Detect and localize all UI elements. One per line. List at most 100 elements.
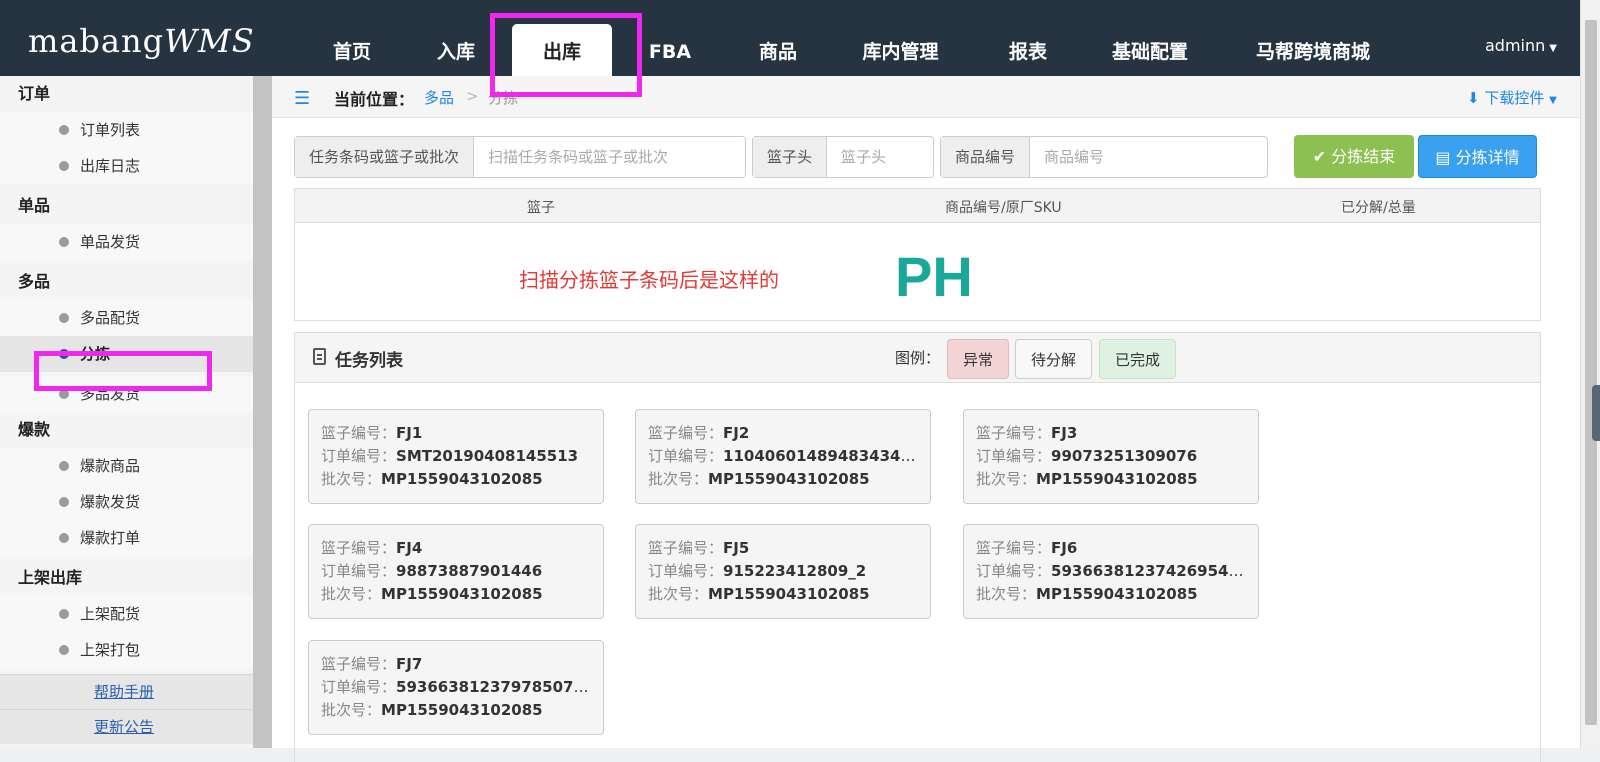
- menu-toggle-icon[interactable]: ☰: [294, 88, 310, 109]
- breadcrumb-multi[interactable]: 多品: [424, 87, 454, 108]
- basket-code-label: 篮子编号：: [648, 424, 724, 442]
- basket-code: 篮子编号：FJ7: [321, 653, 591, 676]
- batch-number-label: 批次号：: [976, 585, 1037, 603]
- order-number-value: 11040601489483434_1: [723, 447, 918, 465]
- col-progress: 已分解/总量: [1341, 200, 1416, 216]
- nav-inbound[interactable]: 入库: [412, 24, 500, 76]
- download-control-menu[interactable]: ⬇ 下载控件 ▼: [1467, 87, 1557, 108]
- task-card[interactable]: 篮子编号：FJ5 订单编号：915223412809_2 批次号：MP1559043…: [635, 524, 931, 619]
- basket-code: 篮子编号：FJ2: [648, 422, 918, 445]
- legend-label: 图例：: [895, 349, 941, 367]
- order-number: 订单编号：5936638123742695414...: [976, 560, 1246, 583]
- bullet-icon: [59, 533, 69, 543]
- sidebar-item-shelf-allocate[interactable]: 上架配货: [0, 596, 253, 632]
- bullet-icon: [59, 161, 69, 171]
- order-number-label: 订单编号：: [648, 562, 724, 580]
- basket-table: 篮子 商品编号/原厂SKU 已分解/总量 扫描分拣篮子条码后是这样的 PH: [294, 188, 1541, 321]
- sku-input[interactable]: 商品编号: [1030, 137, 1118, 177]
- batch-number: 批次号：MP1559043102085: [321, 699, 591, 722]
- basket-code-value: FJ2: [723, 424, 750, 442]
- sidebar-item-hot-products[interactable]: 爆款商品: [0, 448, 253, 484]
- col-basket: 篮子: [527, 200, 555, 216]
- basket-code: 篮子编号：FJ6: [976, 537, 1246, 560]
- sku-group: 商品编号 商品编号: [940, 136, 1268, 178]
- batch-number: 批次号：MP1559043102085: [976, 468, 1246, 491]
- sidebar-item-outbound-log[interactable]: 出库日志: [0, 148, 253, 184]
- batch-number-label: 批次号：: [321, 701, 382, 719]
- order-number-value: 5936638123742695414...: [1051, 562, 1246, 580]
- batch-number-value: MP1559043102085: [1036, 585, 1198, 603]
- caret-down-icon: ▼: [1549, 95, 1557, 106]
- sidebar-collapse-bar[interactable]: [253, 76, 272, 748]
- update-notice-link[interactable]: 更新公告: [0, 709, 253, 744]
- batch-number: 批次号：MP1559043102085: [648, 583, 918, 606]
- basket-code: 篮子编号：FJ5: [648, 537, 918, 560]
- annotation-big-text: PH: [895, 245, 973, 308]
- order-number: 订单编号：11040601489483434_1: [648, 445, 918, 468]
- nav-products[interactable]: 商品: [730, 24, 826, 76]
- task-card[interactable]: 篮子编号：FJ7 订单编号：5936638123797850791... 批次号：M…: [308, 640, 604, 735]
- sidebar-item-multi-ship[interactable]: 多品发货: [0, 376, 253, 412]
- basket-code-value: FJ5: [723, 539, 750, 557]
- sidebar-group-shelf: 上架出库: [18, 568, 83, 587]
- sidebar-item-sorting[interactable]: 分拣: [0, 336, 253, 372]
- batch-number-value: MP1559043102085: [708, 470, 870, 488]
- breadcrumb-label: 当前位置：: [334, 90, 415, 109]
- basket-code-value: FJ7: [396, 655, 423, 673]
- basket-head-input[interactable]: 篮子头: [827, 137, 900, 177]
- nav-warehouse-management[interactable]: 库内管理: [848, 24, 953, 76]
- scrollbar-thumb[interactable]: [1585, 20, 1597, 725]
- order-number-label: 订单编号：: [648, 447, 724, 465]
- end-sorting-button[interactable]: ✔ 分拣结束: [1294, 135, 1414, 178]
- nav-crossborder-mall[interactable]: 马帮跨境商城: [1248, 24, 1378, 76]
- help-manual-link[interactable]: 帮助手册: [0, 674, 253, 709]
- order-number-label: 订单编号：: [976, 562, 1052, 580]
- bullet-icon: [59, 125, 69, 135]
- batch-number-label: 批次号：: [648, 470, 709, 488]
- annotation-note: 扫描分拣篮子条码后是这样的: [519, 268, 779, 292]
- col-sku: 商品编号/原厂SKU: [945, 200, 1062, 216]
- side-handle[interactable]: [1592, 385, 1600, 441]
- nav-basic-config[interactable]: 基础配置: [1100, 24, 1200, 76]
- order-number-value: 5936638123797850791...: [396, 678, 591, 696]
- order-number: 订单编号：99073251309076: [976, 445, 1246, 468]
- user-menu[interactable]: adminn ▼: [1485, 36, 1557, 55]
- sorting-detail-button[interactable]: ▤ 分拣详情: [1418, 135, 1537, 178]
- legend-abnormal: 异常: [947, 339, 1010, 379]
- task-card[interactable]: 篮子编号：FJ1 订单编号：SMT20190408145513 批次号：MP1559…: [308, 409, 604, 504]
- basket-code-value: FJ3: [1051, 424, 1078, 442]
- task-card[interactable]: 篮子编号：FJ4 订单编号：98873887901446 批次号：MP1559043…: [308, 524, 604, 619]
- basket-code-value: FJ6: [1051, 539, 1078, 557]
- nav-reports[interactable]: 报表: [980, 24, 1076, 76]
- sidebar-item-order-list[interactable]: 订单列表: [0, 112, 253, 148]
- bullet-icon: [59, 497, 69, 507]
- sidebar-item-shelf-pack[interactable]: 上架打包: [0, 632, 253, 668]
- sidebar-group-hot: 爆款: [18, 420, 51, 439]
- nav-outbound[interactable]: 出库: [512, 24, 612, 76]
- sidebar-item-multi-allocate[interactable]: 多品配货: [0, 300, 253, 336]
- bullet-icon: [59, 645, 69, 655]
- download-icon: ⬇: [1467, 89, 1480, 107]
- sidebar: 订单 订单列表 出库日志 单品 单品发货 多品 多品配货 分拣 多品发货 爆款 …: [0, 76, 253, 748]
- order-number-label: 订单编号：: [321, 447, 397, 465]
- task-card[interactable]: 篮子编号：FJ3 订单编号：99073251309076 批次号：MP1559043…: [963, 409, 1259, 504]
- nav-fba[interactable]: FBA: [622, 24, 718, 76]
- task-card[interactable]: 篮子编号：FJ6 订单编号：5936638123742695414... 批次号：M…: [963, 524, 1259, 619]
- order-number: 订单编号：SMT20190408145513: [321, 445, 591, 468]
- basket-code-label: 篮子编号：: [976, 424, 1052, 442]
- nav-home[interactable]: 首页: [308, 24, 396, 76]
- basket-head-label: 篮子头: [753, 137, 828, 177]
- breadcrumb-separator: >: [466, 87, 479, 105]
- top-navbar: mabangWMS 首页 入库 出库 FBA 商品 库内管理 报表 基础配置 马…: [0, 0, 1580, 76]
- sidebar-item-single-ship[interactable]: 单品发货: [0, 224, 253, 260]
- page-scrollbar[interactable]: [1580, 0, 1600, 748]
- sidebar-item-hot-ship[interactable]: 爆款发货: [0, 484, 253, 520]
- task-list-title: 任务列表: [335, 351, 403, 371]
- legend-done: 已完成: [1099, 339, 1177, 379]
- brand-logo[interactable]: mabangWMS: [28, 22, 255, 60]
- sidebar-item-hot-print[interactable]: 爆款打单: [0, 520, 253, 556]
- basket-code: 篮子编号：FJ3: [976, 422, 1246, 445]
- task-card[interactable]: 篮子编号：FJ2 订单编号：11040601489483434_1 批次号：MP15…: [635, 409, 931, 504]
- task-scan-input[interactable]: 扫描任务条码或篮子或批次: [474, 137, 682, 177]
- breadcrumb-current: 分拣: [488, 89, 519, 107]
